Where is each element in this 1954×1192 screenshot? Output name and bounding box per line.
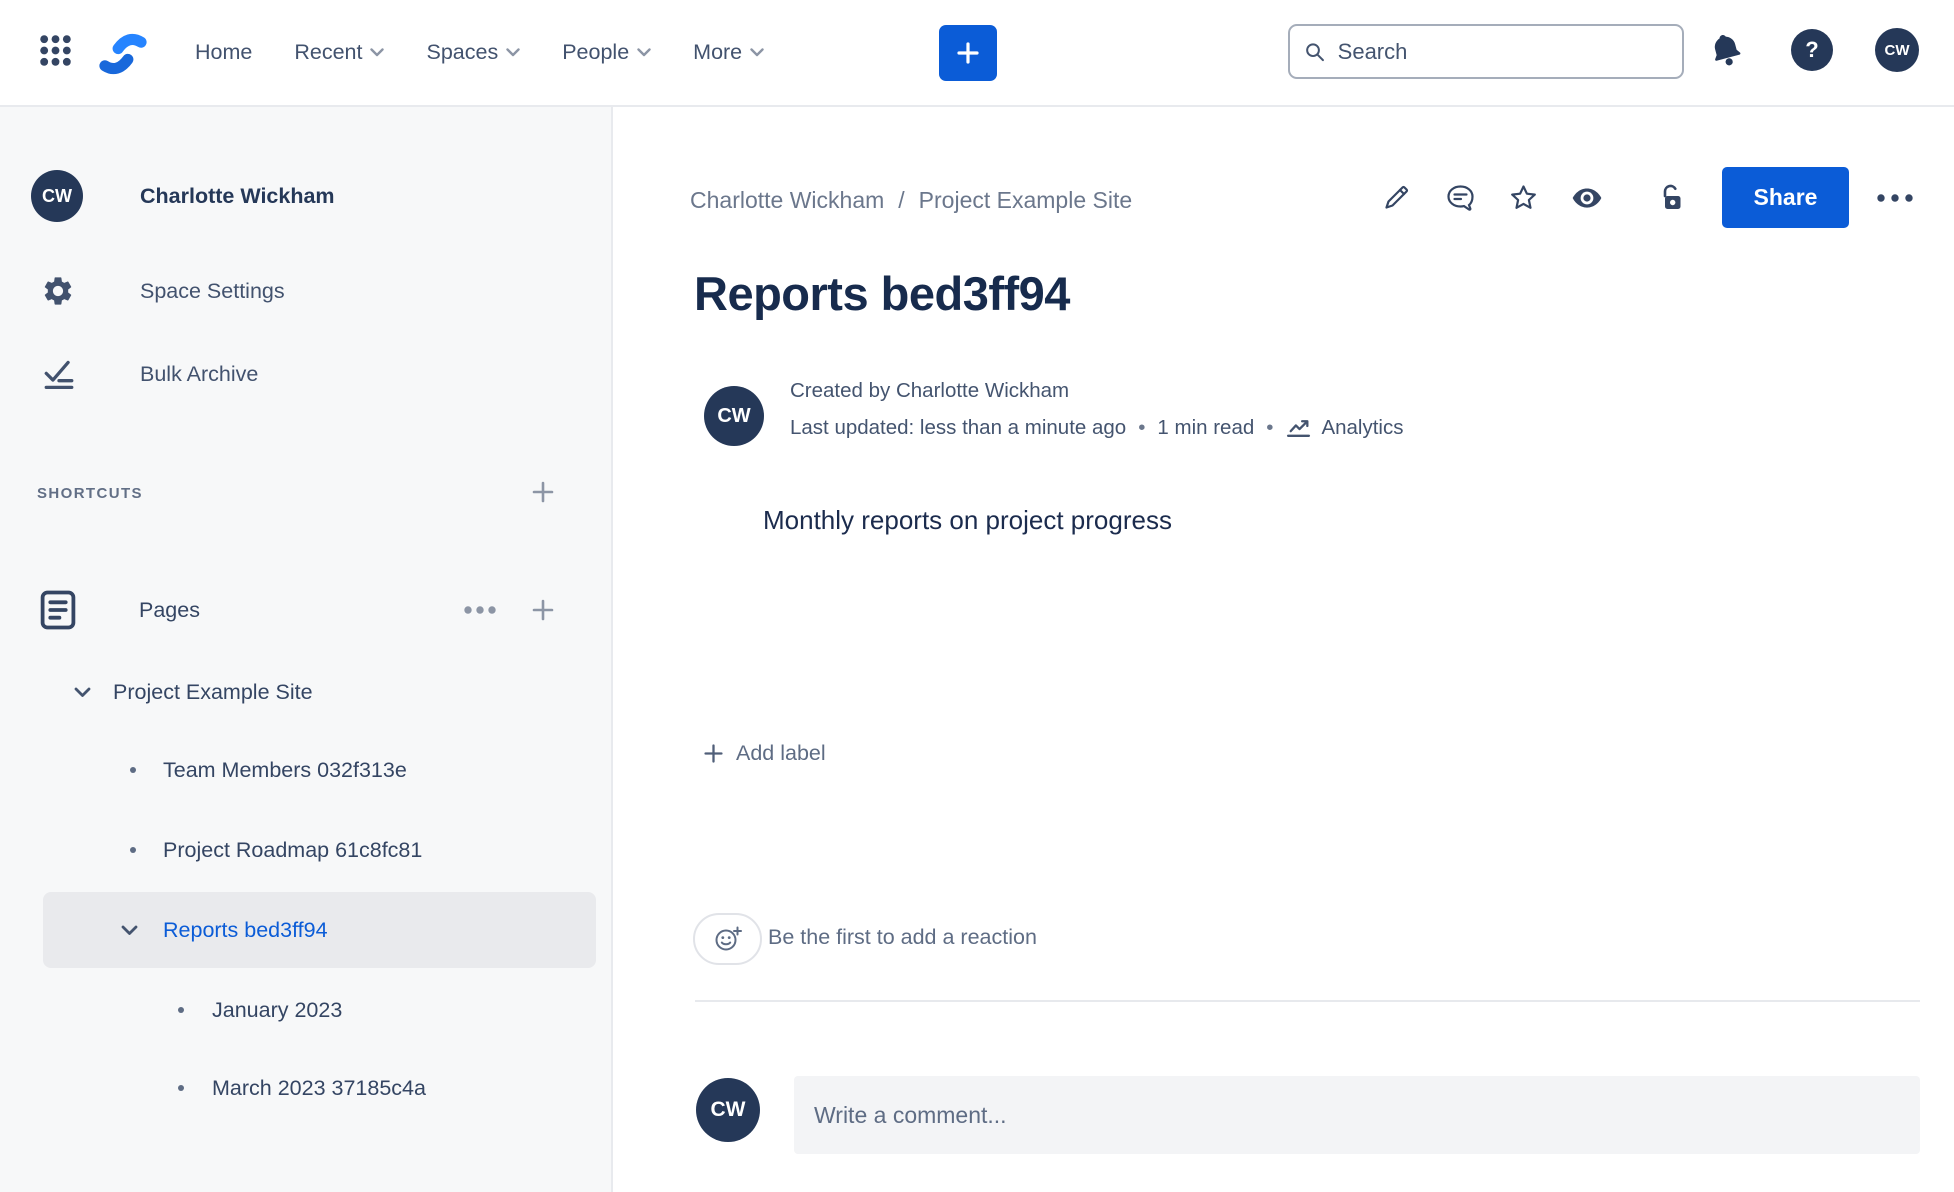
bullet-icon — [178, 1085, 184, 1091]
chevron-down-icon — [506, 48, 520, 57]
watch-eye-icon[interactable] — [1565, 176, 1609, 220]
bullet-icon — [130, 767, 136, 773]
notifications-bell-icon[interactable] — [1704, 28, 1748, 72]
add-shortcut-button[interactable] — [526, 475, 560, 509]
last-updated-text[interactable]: Last updated: less than a minute ago — [790, 416, 1126, 440]
chevron-down-icon — [637, 48, 651, 57]
page-meta-line: Last updated: less than a minute ago • 1… — [790, 414, 1403, 441]
breadcrumb-item-space[interactable]: Charlotte Wickham — [690, 187, 884, 214]
reactions-prompt: Be the first to add a reaction — [768, 924, 1037, 949]
tree-item-project-example-site[interactable]: Project Example Site — [74, 653, 313, 731]
page-body-text: Monthly reports on project progress — [763, 505, 1172, 535]
bullet-icon — [130, 847, 136, 853]
gear-icon — [44, 277, 72, 305]
search-icon — [1306, 42, 1324, 61]
created-by-line: Created by Charlotte Wickham — [790, 379, 1070, 402]
nav-item-people[interactable]: People — [562, 40, 651, 65]
favourite-star-icon[interactable] — [1501, 176, 1545, 220]
search-box[interactable] — [1288, 24, 1684, 79]
space-avatar: CW — [31, 170, 83, 222]
pages-more-button[interactable] — [461, 593, 499, 627]
edit-pencil-icon[interactable] — [1374, 176, 1418, 220]
confluence-app: Home Recent Spaces People More ? — [0, 0, 1954, 1192]
app-switcher-grid-icon[interactable] — [33, 28, 77, 72]
search-input[interactable] — [1335, 37, 1668, 66]
document-icon — [40, 590, 76, 630]
add-label-button[interactable]: Add label — [702, 736, 826, 770]
sidebar-item-space-settings[interactable]: Space Settings — [41, 271, 581, 311]
nav-item-recent[interactable]: Recent — [294, 40, 385, 65]
create-button[interactable] — [939, 25, 997, 81]
top-navigation-bar: Home Recent Spaces People More ? — [0, 0, 1954, 107]
space-name[interactable]: Charlotte Wickham — [140, 170, 335, 222]
page-title: Reports bed3ff94 — [694, 267, 1070, 320]
shortcuts-heading: SHORTCUTS — [37, 485, 143, 502]
author-avatar[interactable]: CW — [704, 386, 764, 446]
chevron-down-icon — [750, 48, 764, 57]
ellipsis-icon — [464, 606, 496, 614]
more-actions-icon[interactable] — [1874, 176, 1918, 220]
comment-input[interactable] — [794, 1076, 1920, 1154]
bullet-icon — [178, 1007, 184, 1013]
primary-nav: Home Recent Spaces People More — [195, 0, 764, 105]
restrictions-unlock-icon[interactable] — [1649, 176, 1693, 220]
add-page-button[interactable] — [526, 593, 560, 627]
dot-separator: • — [1266, 415, 1274, 439]
commenter-avatar: CW — [696, 1078, 760, 1142]
plus-icon — [532, 599, 554, 621]
breadcrumb-item-page[interactable]: Project Example Site — [919, 187, 1132, 214]
section-divider — [695, 1000, 1920, 1002]
nav-item-home[interactable]: Home — [195, 40, 252, 65]
plus-icon — [957, 42, 979, 64]
share-button[interactable]: Share — [1722, 167, 1849, 228]
read-time-text: 1 min read — [1157, 415, 1255, 439]
checklist-icon — [44, 360, 74, 389]
add-reaction-button[interactable] — [693, 913, 762, 965]
breadcrumb: Charlotte Wickham / Project Example Site — [690, 184, 1132, 216]
plus-icon — [532, 481, 554, 503]
smiley-plus-icon — [715, 926, 742, 951]
tree-item-march-2023[interactable]: March 2023 37185c4a — [178, 1049, 426, 1127]
nav-item-spaces[interactable]: Spaces — [426, 40, 520, 65]
chevron-down-icon — [74, 687, 91, 697]
tree-item-january-2023[interactable]: January 2023 — [178, 971, 342, 1049]
breadcrumb-separator: / — [898, 186, 905, 213]
tree-item-reports-selected[interactable]: Reports bed3ff94 — [43, 892, 596, 968]
chevron-down-icon — [121, 925, 138, 935]
sidebar-item-bulk-archive[interactable]: Bulk Archive — [41, 354, 581, 394]
dot-separator: • — [1138, 415, 1146, 439]
analytics-link[interactable]: Analytics — [1285, 414, 1403, 441]
space-sidebar: CW Charlotte Wickham Space Settings Bulk… — [0, 107, 613, 1192]
plus-icon — [704, 743, 723, 763]
analytics-chart-icon — [1287, 420, 1311, 437]
pages-section-header[interactable]: Pages — [37, 589, 357, 631]
comments-icon[interactable] — [1438, 176, 1482, 220]
nav-item-more[interactable]: More — [693, 40, 764, 65]
tree-item-team-members[interactable]: Team Members 032f313e — [130, 731, 407, 809]
chevron-down-icon — [370, 48, 385, 57]
help-icon[interactable]: ? — [1791, 29, 1833, 71]
tree-item-project-roadmap[interactable]: Project Roadmap 61c8fc81 — [130, 811, 422, 889]
profile-avatar[interactable]: CW — [1875, 28, 1919, 72]
confluence-logo-icon[interactable] — [98, 31, 148, 82]
